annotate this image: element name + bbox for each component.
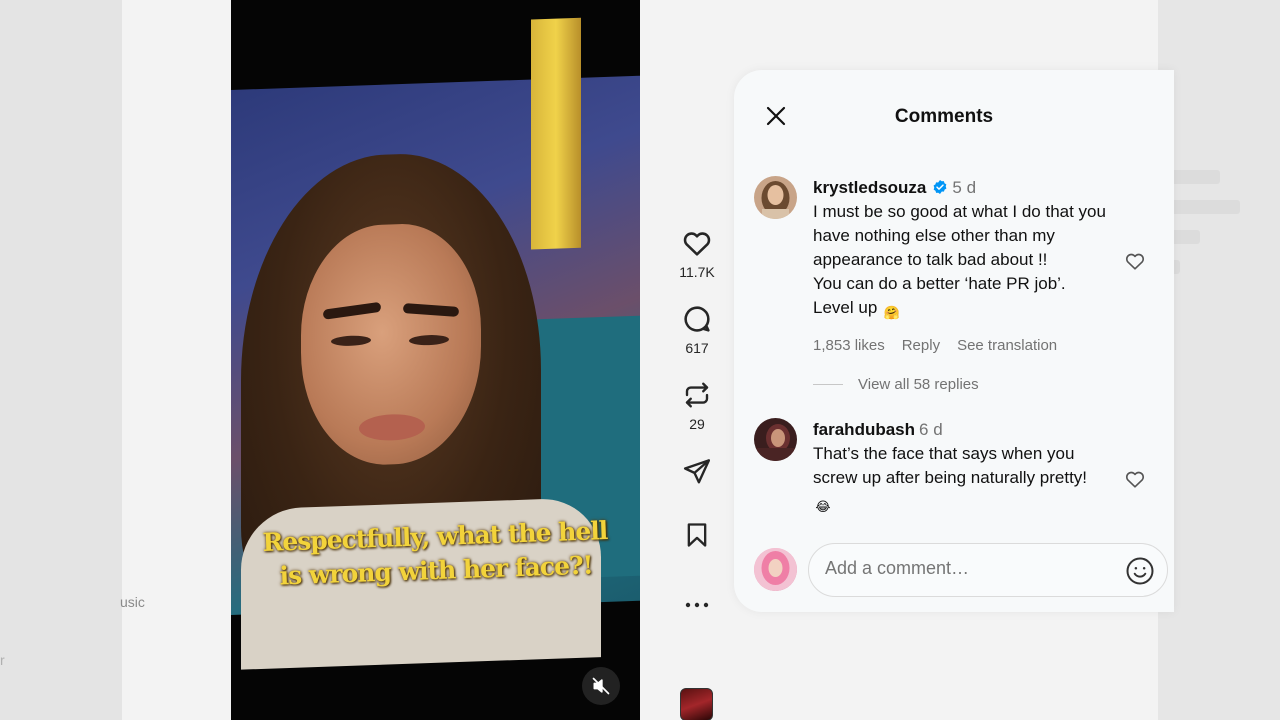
video-caption: Respectfully, what the hell is wrong wit… bbox=[231, 513, 640, 595]
mute-button[interactable] bbox=[582, 667, 620, 705]
hugging-face-emoji: 🤗 bbox=[883, 305, 901, 320]
comment-item: farahdubash 6 d That’s the face that says… bbox=[754, 418, 1150, 518]
reel-video[interactable]: Respectfully, what the hell is wrong wit… bbox=[231, 0, 640, 720]
share-action[interactable] bbox=[680, 454, 714, 488]
laughing-emoji: 😂 bbox=[815, 499, 831, 514]
comment-body: krystledsouza 5 d I must be so good at wh… bbox=[813, 176, 1123, 354]
speaker-muted-icon bbox=[592, 677, 610, 695]
ghost-label: usic bbox=[120, 594, 145, 610]
bookmark-icon[interactable] bbox=[683, 520, 711, 550]
comment-likes[interactable]: 1,853 likes bbox=[813, 337, 885, 354]
like-action[interactable]: 11.7K bbox=[679, 226, 715, 280]
comment-text: That’s the face that says when you screw… bbox=[813, 442, 1123, 517]
share-icon[interactable] bbox=[682, 456, 712, 486]
audio-album-thumbnail[interactable] bbox=[680, 688, 713, 720]
heart-icon[interactable] bbox=[681, 227, 713, 259]
comments-panel: Comments krystledsouza 5 d I must be so g… bbox=[734, 70, 1174, 612]
more-action[interactable] bbox=[680, 588, 714, 622]
comment-username[interactable]: krystledsouza bbox=[813, 178, 926, 197]
more-icon[interactable] bbox=[684, 601, 710, 609]
view-replies-button[interactable]: View all 58 replies bbox=[813, 376, 979, 393]
comment-text-content: I must be so good at what I do that you … bbox=[813, 202, 1106, 317]
avatar-image bbox=[754, 548, 797, 591]
video-lamp bbox=[531, 17, 581, 250]
comment-like-heart-icon[interactable] bbox=[1124, 468, 1146, 490]
avatar[interactable] bbox=[754, 176, 797, 219]
comments-title: Comments bbox=[894, 106, 994, 127]
comment-item: krystledsouza 5 d I must be so good at wh… bbox=[754, 176, 1150, 376]
save-action[interactable] bbox=[680, 518, 714, 552]
comment-count: 617 bbox=[685, 340, 709, 356]
avatar-image bbox=[754, 418, 797, 461]
right-background bbox=[1158, 0, 1280, 720]
comment-time: 5 d bbox=[952, 178, 977, 197]
reply-button[interactable]: Reply bbox=[902, 337, 940, 354]
app-viewport: usic r Respectfully, what the hell is wr… bbox=[0, 0, 1280, 720]
current-user-avatar bbox=[754, 548, 797, 591]
left-background bbox=[0, 0, 122, 720]
comment-actions: 1,853 likes Reply See translation bbox=[813, 337, 1123, 354]
ghost-label-2: r bbox=[0, 652, 5, 668]
comment-action[interactable]: 617 bbox=[680, 302, 714, 356]
comment-username[interactable]: farahdubash bbox=[813, 420, 915, 439]
verified-badge-icon bbox=[933, 180, 947, 194]
replies-divider bbox=[813, 384, 843, 385]
comment-text-content: That’s the face that says when you screw… bbox=[813, 444, 1088, 487]
comment-time: 6 d bbox=[919, 420, 943, 439]
comment-input[interactable] bbox=[825, 558, 1105, 579]
repost-action[interactable]: 29 bbox=[680, 378, 714, 432]
avatar[interactable] bbox=[754, 418, 797, 461]
comments-header: Comments bbox=[734, 70, 1174, 162]
comment-like-heart-icon[interactable] bbox=[1124, 250, 1146, 272]
comment-text: I must be so good at what I do that you … bbox=[813, 200, 1123, 323]
see-translation-button[interactable]: See translation bbox=[957, 337, 1057, 354]
like-count: 11.7K bbox=[679, 264, 715, 280]
comment-input-box[interactable] bbox=[808, 543, 1168, 597]
repost-icon[interactable] bbox=[682, 380, 712, 410]
add-comment-row bbox=[754, 543, 1174, 597]
repost-count: 29 bbox=[689, 416, 705, 432]
blurred-side-content bbox=[1160, 170, 1270, 290]
smiley-icon[interactable] bbox=[1125, 556, 1155, 586]
comment-bubble-icon[interactable] bbox=[681, 303, 713, 335]
comment-body: farahdubash 6 d That’s the face that says… bbox=[813, 418, 1123, 517]
avatar-image bbox=[754, 176, 797, 219]
action-rail: 11.7K 617 29 bbox=[672, 226, 722, 644]
view-replies-label: View all 58 replies bbox=[858, 376, 979, 393]
